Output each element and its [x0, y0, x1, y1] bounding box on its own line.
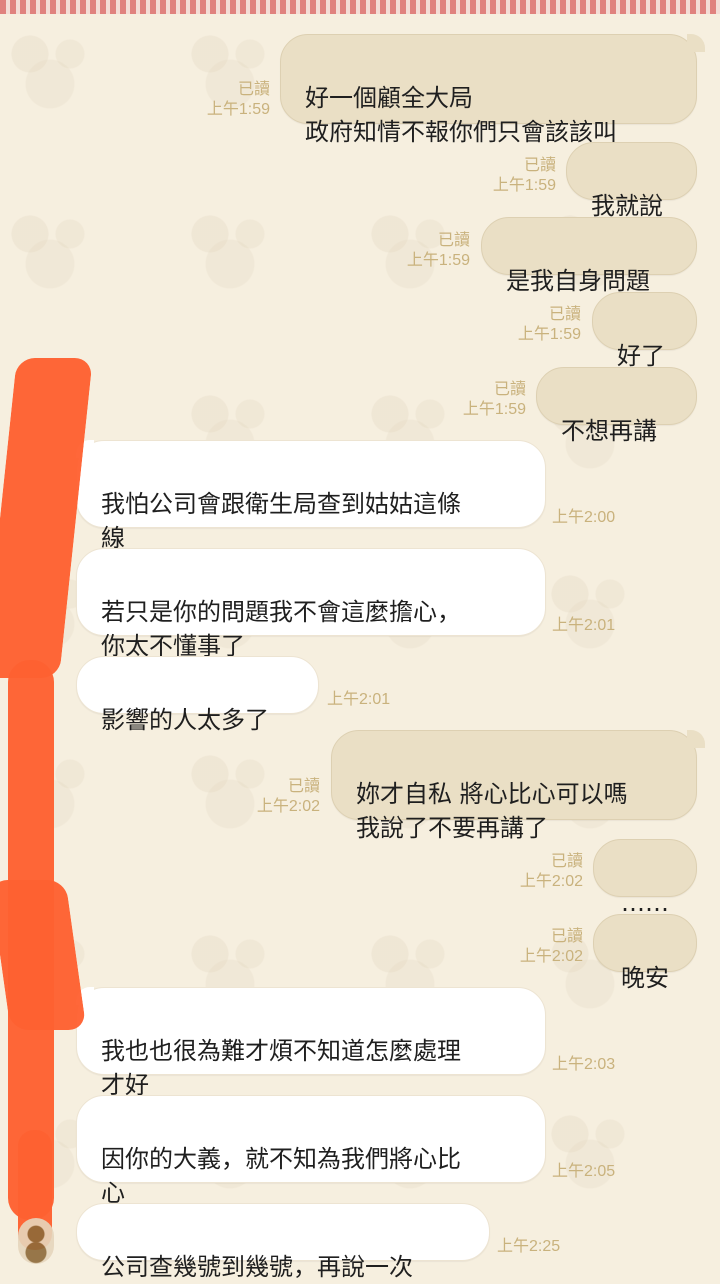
read-receipt-9: 已讀 — [287, 778, 320, 795]
incoming-message-bubble-14[interactable]: 公司查幾號到幾號，再說一次 — [76, 1203, 490, 1281]
message-text-13: 因你的大義，就不知為我們將心比 心 — [101, 1145, 461, 1207]
outgoing-bubble-tail-9 — [687, 730, 705, 748]
message-time-12: 上午2:03 — [552, 1056, 616, 1073]
message-meta-11: 已讀 上午2:02 — [503, 927, 583, 967]
message-text-14: 公司查幾號到幾號，再說一次 — [101, 1253, 413, 1281]
read-receipt-10: 已讀 — [550, 853, 583, 870]
message-time-5: 上午1:59 — [462, 401, 526, 418]
message-time-7: 上午2:01 — [552, 617, 616, 634]
message-text-9: 妳才自私 將心比心可以嗎 我說了不要再講了 — [356, 780, 628, 842]
message-meta-6: 上午2:00 — [552, 508, 632, 528]
message-time-2: 上午1:59 — [492, 177, 556, 194]
incoming-message-bubble-12[interactable]: 我也也很為難才煩不知道怎麼處理 才好 — [76, 987, 546, 1099]
message-meta-9: 已讀 上午2:02 — [240, 777, 320, 817]
outgoing-message-bubble-3[interactable]: 是我自身問題 — [481, 217, 697, 295]
outgoing-message-bubble-1[interactable]: 好一個顧全大局 政府知情不報你們只會該該叫 — [280, 34, 697, 146]
outgoing-message-bubble-11[interactable]: 晚安 — [593, 914, 697, 992]
message-meta-8: 上午2:01 — [327, 690, 407, 710]
message-meta-2: 已讀 上午1:59 — [476, 156, 556, 196]
read-receipt-5: 已讀 — [493, 381, 526, 398]
message-time-11: 上午2:02 — [519, 948, 583, 965]
message-text-3: 是我自身問題 — [506, 267, 650, 295]
message-time-13: 上午2:05 — [552, 1163, 616, 1180]
message-text-1: 好一個顧全大局 政府知情不報你們只會該該叫 — [305, 84, 617, 146]
incoming-message-bubble-8[interactable]: 影響的人太多了 — [76, 656, 319, 734]
outgoing-bubble-tail-1 — [687, 34, 705, 52]
incoming-message-bubble-7[interactable]: 若只是你的問題我不會這麼擔心， 你太不懂事了 — [76, 548, 546, 660]
message-meta-5: 已讀 上午1:59 — [446, 380, 526, 420]
message-text-7: 若只是你的問題我不會這麼擔心， 你太不懂事了 — [101, 598, 461, 660]
outgoing-message-bubble-9[interactable]: 妳才自私 將心比心可以嗎 我說了不要再講了 — [331, 730, 697, 842]
read-receipt-4: 已讀 — [548, 306, 581, 323]
read-receipt-11: 已讀 — [550, 928, 583, 945]
message-text-10: …… — [621, 889, 669, 917]
message-meta-4: 已讀 上午1:59 — [501, 305, 581, 345]
message-text-6: 我怕公司會跟衛生局查到姑姑這條 線 — [101, 490, 461, 552]
message-meta-7: 上午2:01 — [552, 616, 632, 636]
message-text-11: 晚安 — [621, 964, 669, 992]
incoming-message-bubble-6[interactable]: 我怕公司會跟衛生局查到姑姑這條 線 — [76, 440, 546, 552]
message-time-9: 上午2:02 — [256, 798, 320, 815]
message-text-12: 我也也很為難才煩不知道怎麼處理 才好 — [101, 1037, 461, 1099]
message-time-10: 上午2:02 — [519, 873, 583, 890]
message-text-4: 好了 — [617, 342, 665, 370]
outgoing-message-bubble-4[interactable]: 好了 — [592, 292, 697, 370]
message-text-2: 我就說 — [591, 192, 663, 220]
outgoing-message-bubble-5[interactable]: 不想再講 — [536, 367, 697, 445]
message-meta-13: 上午2:05 — [552, 1162, 632, 1182]
message-meta-14: 上午2:25 — [497, 1237, 577, 1257]
message-time-8: 上午2:01 — [327, 691, 391, 708]
read-receipt-2: 已讀 — [523, 157, 556, 174]
message-meta-1: 已讀 上午1:59 — [190, 80, 270, 120]
message-meta-3: 已讀 上午1:59 — [390, 231, 470, 271]
message-time-3: 上午1:59 — [406, 252, 470, 269]
message-time-6: 上午2:00 — [552, 509, 616, 526]
message-text-5: 不想再講 — [561, 417, 657, 445]
message-text-8: 影響的人太多了 — [101, 706, 269, 734]
read-receipt-1: 已讀 — [237, 81, 270, 98]
outgoing-message-bubble-10[interactable]: …… — [593, 839, 697, 917]
partial-avatar — [18, 1218, 54, 1264]
message-meta-12: 上午2:03 — [552, 1055, 632, 1075]
message-time-4: 上午1:59 — [517, 326, 581, 343]
read-receipt-3: 已讀 — [437, 232, 470, 249]
message-time-14: 上午2:25 — [497, 1238, 561, 1255]
outgoing-message-bubble-2[interactable]: 我就說 — [566, 142, 697, 220]
incoming-message-bubble-13[interactable]: 因你的大義，就不知為我們將心比 心 — [76, 1095, 546, 1207]
message-meta-10: 已讀 上午2:02 — [503, 852, 583, 892]
chat-area: 已讀 上午1:59 好一個顧全大局 政府知情不報你們只會該該叫 已讀 上午1:5… — [0, 0, 720, 1281]
message-time-1: 上午1:59 — [206, 101, 270, 118]
